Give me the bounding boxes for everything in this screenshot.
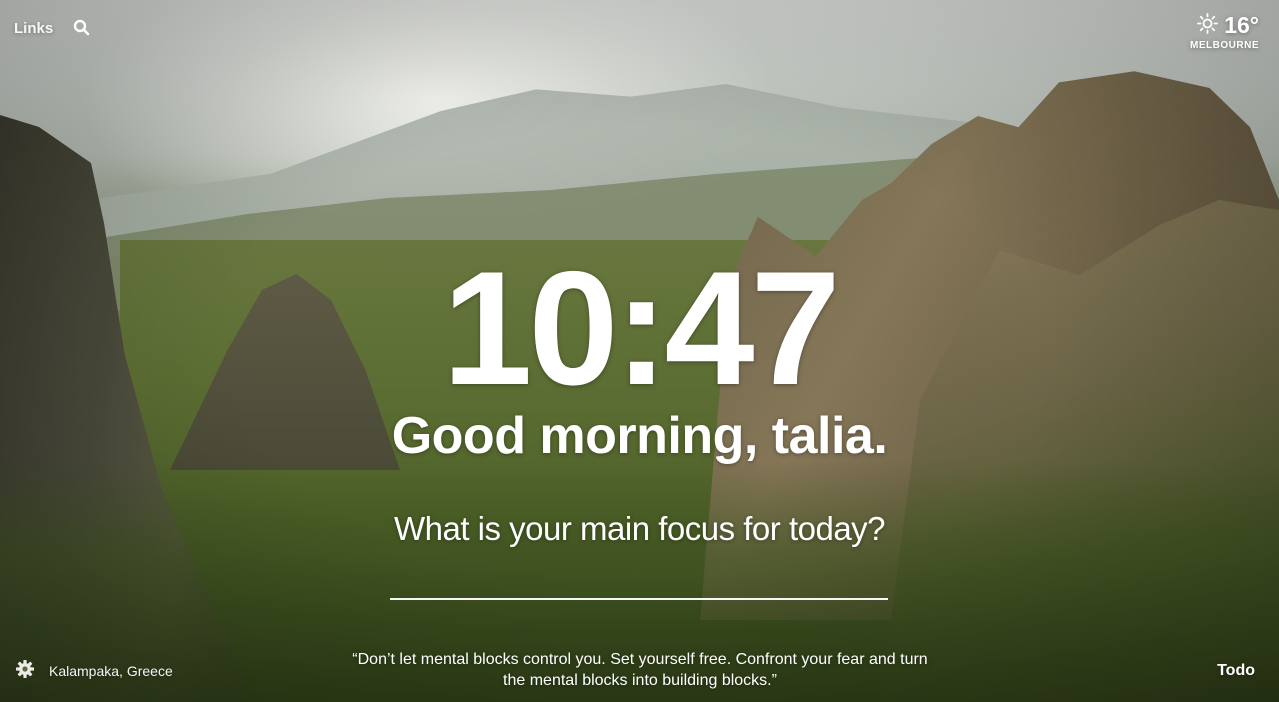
bottom-left-controls: Kalampaka, Greece xyxy=(15,659,173,682)
gear-icon[interactable] xyxy=(15,659,35,682)
weather-widget[interactable]: 16° MELBOURNE xyxy=(1190,12,1259,51)
dashboard: Links 16° MELBOURNE 10:47 Good morning, … xyxy=(0,0,1279,702)
photo-location[interactable]: Kalampaka, Greece xyxy=(49,663,173,679)
greeting: Good morning, talia. xyxy=(391,407,888,465)
weather-row: 16° xyxy=(1190,12,1259,39)
search-icon[interactable] xyxy=(73,19,91,37)
quote-line-2: the mental blocks into building blocks.” xyxy=(503,672,777,689)
top-left-controls: Links xyxy=(14,19,91,37)
todo-button[interactable]: Todo xyxy=(1217,662,1255,680)
links-button[interactable]: Links xyxy=(14,20,53,37)
focus-input[interactable] xyxy=(390,560,888,600)
quote[interactable]: “Don’t let mental blocks control you. Se… xyxy=(300,649,980,691)
weather-city: MELBOURNE xyxy=(1190,40,1259,51)
sun-icon xyxy=(1197,12,1219,39)
quote-line-1: “Don’t let mental blocks control you. Se… xyxy=(352,651,928,668)
clock: 10:47 xyxy=(442,238,840,419)
weather-temperature: 16° xyxy=(1224,12,1259,38)
focus-prompt: What is your main focus for today? xyxy=(393,510,886,547)
